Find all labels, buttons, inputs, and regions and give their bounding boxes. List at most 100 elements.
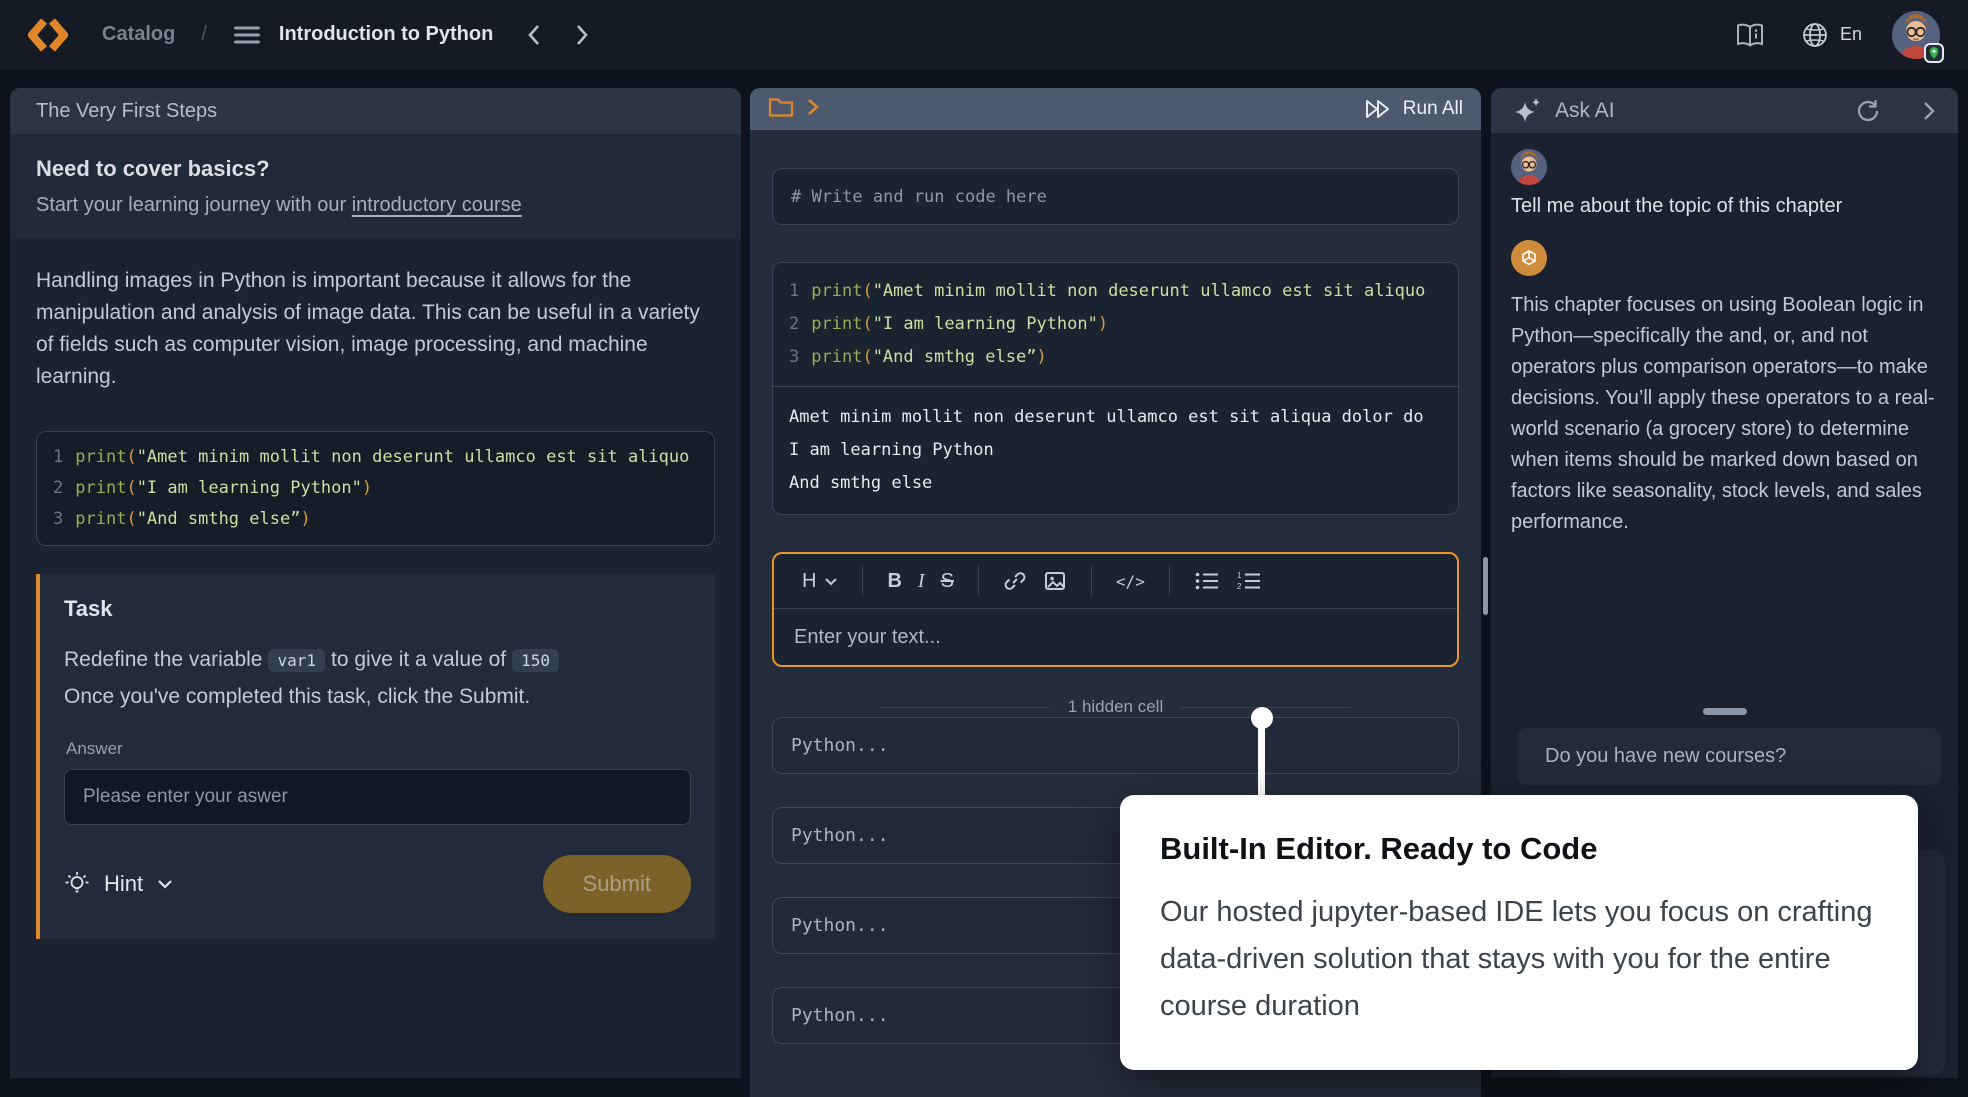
lesson-panel-header: The Very First Steps — [10, 88, 741, 134]
code-line: 2print("I am learning Python") — [53, 473, 698, 504]
guide-button[interactable] — [1734, 21, 1766, 49]
sparkles-icon — [1513, 96, 1543, 126]
lesson-content: Handling images in Python is important b… — [10, 239, 741, 939]
book-info-icon — [1734, 21, 1766, 49]
run-all-label: Run All — [1403, 98, 1463, 120]
code-format-button[interactable]: </> — [1116, 572, 1145, 591]
output-line: I am learning Python — [789, 434, 1442, 467]
chevron-down-icon — [824, 577, 838, 586]
intro-callout: Need to cover basics? Start your learnin… — [10, 134, 741, 239]
course-title: Introduction to Python — [279, 23, 493, 46]
answer-label: Answer — [66, 739, 691, 759]
hint-label: Hint — [104, 871, 143, 897]
tooltip-body: Our hosted jupyter-based IDE lets you fo… — [1160, 889, 1878, 1030]
output-line: Amet minim mollit non deserunt ullamco e… — [789, 401, 1442, 434]
breadcrumb-separator: / — [201, 23, 207, 46]
rich-text-toolbar: H B I S — [774, 554, 1457, 608]
text-cell[interactable]: H B I S — [772, 552, 1459, 667]
code-line: 1print("Amet minim mollit non deserunt u… — [53, 442, 698, 473]
collapse-panel-button[interactable] — [1922, 101, 1936, 121]
scratch-cell[interactable]: # Write and run code here — [772, 168, 1459, 225]
chevron-down-icon — [157, 879, 173, 889]
code-line: 3print("And smthg else”) — [53, 504, 698, 535]
bullet-list-button[interactable] — [1194, 571, 1220, 591]
tooltip-anchor-dot — [1251, 707, 1273, 729]
task-instruction-1: Redefine the variablevar1to give it a va… — [64, 642, 691, 679]
chevron-left-icon — [527, 24, 541, 46]
folder-icon[interactable] — [768, 96, 794, 123]
lightbulb-icon — [64, 871, 90, 897]
code-cell-output: Amet minim mollit non deserunt ullamco e… — [773, 387, 1458, 514]
avatar-location-badge-icon — [1924, 43, 1944, 63]
toolbar-separator — [1169, 566, 1170, 596]
output-line: And smthg else — [789, 467, 1442, 500]
app-screen: Catalog / Introduction to Python — [0, 0, 1968, 1097]
code-cell-source[interactable]: 1print("Amet minim mollit non deserunt u… — [773, 263, 1458, 386]
introductory-course-link[interactable]: introductory course — [352, 194, 522, 216]
openai-logo-icon — [1511, 240, 1547, 276]
lesson-paragraph: Handling images in Python is important b… — [36, 265, 715, 393]
chat-thread: Tell me about the topic of this chapter … — [1491, 133, 1958, 538]
collapsed-cell[interactable]: Python... — [772, 717, 1459, 774]
code-line: 3print("And smthg else”) — [789, 341, 1442, 374]
lesson-panel: The Very First Steps Need to cover basic… — [10, 88, 741, 1078]
scratch-placeholder: # Write and run code here — [791, 187, 1047, 207]
text-cell-placeholder: Enter your text... — [794, 626, 941, 649]
divider-line — [880, 707, 1050, 708]
submit-button[interactable]: Submit — [543, 855, 691, 913]
brand-logo-icon[interactable] — [28, 15, 68, 55]
task-card: Task Redefine the variablevar1to give it… — [36, 574, 715, 939]
user-avatar[interactable] — [1892, 11, 1940, 59]
expand-files-icon[interactable] — [806, 98, 820, 121]
toolbar-separator — [1091, 566, 1092, 596]
breadcrumb-catalog[interactable]: Catalog — [102, 23, 175, 46]
draft-message-bubble: Do you have new courses? — [1517, 728, 1941, 785]
next-chapter-button[interactable] — [575, 24, 589, 46]
answer-input[interactable] — [64, 769, 691, 825]
prev-chapter-button[interactable] — [527, 24, 541, 46]
chat-resize-handle[interactable] — [1703, 708, 1747, 715]
hidden-cell-divider[interactable]: 1 hidden cell — [772, 697, 1459, 717]
link-button[interactable] — [1003, 569, 1027, 593]
tooltip-title: Built-In Editor. Ready to Code — [1160, 831, 1878, 867]
hint-button[interactable]: Hint — [64, 871, 173, 897]
heading-select[interactable]: H — [802, 570, 838, 593]
svg-text:2: 2 — [1237, 582, 1242, 591]
ask-ai-title: Ask AI — [1555, 99, 1615, 123]
bullet-list-icon — [1194, 571, 1220, 591]
strikethrough-button[interactable]: S — [941, 570, 954, 593]
language-button[interactable]: En — [1800, 20, 1862, 50]
task-instruction-2: Once you've completed this task, click t… — [64, 679, 691, 715]
toolbar-separator — [978, 566, 979, 596]
ask-ai-header: Ask AI — [1491, 88, 1958, 133]
refresh-icon — [1854, 97, 1882, 125]
language-label: En — [1840, 24, 1862, 45]
onboarding-tooltip: Built-In Editor. Ready to Code Our hoste… — [1120, 795, 1918, 1070]
chevron-right-icon — [1922, 101, 1936, 121]
editor-toolbar: Run All — [750, 88, 1481, 130]
text-cell-input[interactable]: Enter your text... — [774, 609, 1457, 665]
hidden-cell-label: 1 hidden cell — [1068, 697, 1163, 717]
ai-message: This chapter focuses on using Boolean lo… — [1511, 290, 1938, 538]
numbered-list-button[interactable]: 1 2 — [1236, 571, 1262, 591]
code-line: 1print("Amet minim mollit non deserunt u… — [789, 275, 1442, 308]
run-all-button[interactable]: Run All — [1363, 97, 1463, 121]
tooltip-anchor-line — [1258, 727, 1265, 799]
code-cell[interactable]: 1print("Amet minim mollit non deserunt u… — [772, 262, 1459, 515]
image-button[interactable] — [1043, 569, 1067, 593]
toolbar-separator — [862, 566, 863, 596]
value-chip: 150 — [512, 649, 559, 672]
editor-scrollbar[interactable] — [1483, 557, 1488, 615]
top-navbar: Catalog / Introduction to Python — [0, 0, 1968, 69]
task-heading: Task — [64, 596, 691, 622]
globe-icon — [1800, 20, 1830, 50]
chapters-menu-icon[interactable] — [233, 25, 261, 45]
reset-chat-button[interactable] — [1854, 97, 1882, 125]
bold-button[interactable]: B — [887, 570, 901, 593]
chat-user-avatar — [1511, 149, 1547, 185]
svg-text:1: 1 — [1237, 571, 1242, 580]
italic-button[interactable]: I — [918, 570, 925, 593]
intro-heading: Need to cover basics? — [36, 156, 715, 182]
lesson-code-block: 1print("Amet minim mollit non deserunt u… — [36, 431, 715, 546]
lesson-title: The Very First Steps — [36, 100, 217, 123]
